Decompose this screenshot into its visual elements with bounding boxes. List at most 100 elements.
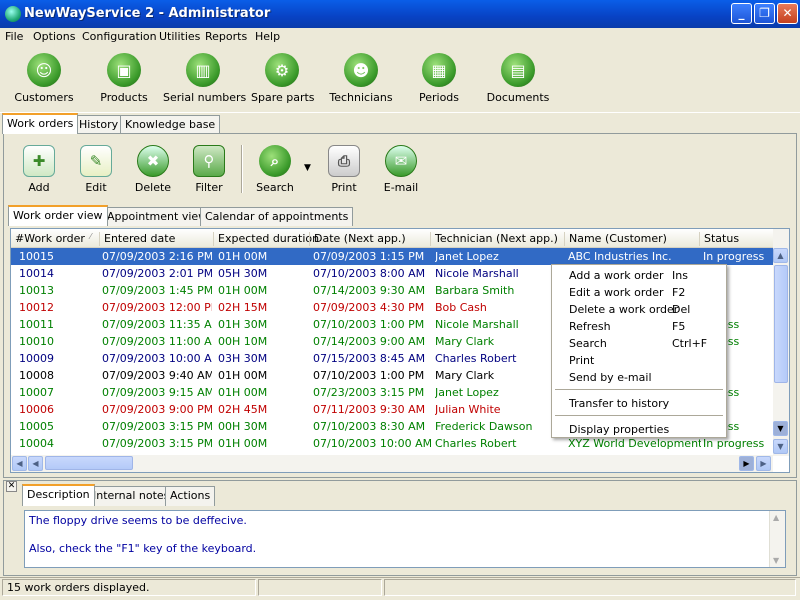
status-bar: 15 work orders displayed. (0, 577, 800, 597)
menu-help[interactable]: Help (255, 30, 280, 43)
table-cell-entered: 07/09/2003 9:40 AM (102, 369, 212, 382)
window-title: NewWayService 2 - Administrator (24, 6, 271, 21)
table-cell-next: 07/15/2003 8:45 AM (313, 352, 426, 365)
add-button[interactable]: ✚ Add (16, 145, 62, 194)
description-line-1: The floppy drive seems to be deffecive. (29, 514, 247, 527)
table-cell-tech: Charles Robert (435, 437, 517, 450)
scroll-left-icon[interactable]: ◀ (28, 456, 43, 471)
menu-utilities[interactable]: Utilities (159, 30, 200, 43)
technicians-icon: ☻ (344, 53, 378, 87)
menu-item-transfer-to-history[interactable]: Transfer to history (552, 395, 726, 412)
spare-parts-icon: ⚙ (265, 53, 299, 87)
horizontal-scroll-thumb[interactable] (45, 456, 133, 470)
tab-work-order-view[interactable]: Work order view (8, 205, 108, 226)
column-header-entered-date[interactable]: Entered date (99, 232, 213, 246)
tab-calendar-of-appointments[interactable]: Calendar of appointments (200, 207, 354, 226)
customers-icon: ☺ (27, 53, 61, 87)
menu-item-send-by-email[interactable]: Send by e-mail (552, 369, 726, 386)
scroll-right-icon[interactable]: ▶ (756, 456, 771, 471)
table-cell-id: 10007 (19, 386, 54, 399)
spare-parts-button[interactable]: ⚙ Spare parts (251, 53, 315, 104)
scroll-up-icon[interactable]: ▲ (773, 513, 779, 522)
tab-actions[interactable]: Actions (165, 486, 216, 506)
table-cell-duration: 01H 00M (218, 386, 268, 399)
search-button[interactable]: ⌕ Search (252, 145, 298, 194)
table-cell-duration: 01H 00M (218, 250, 268, 263)
column-header-date-next-app[interactable]: Date (Next app.) (309, 232, 430, 246)
column-header-technician[interactable]: Technician (Next app.) (430, 232, 564, 246)
column-header-customer[interactable]: Name (Customer) (564, 232, 699, 246)
table-cell-id: 10012 (19, 301, 54, 314)
scroll-down-icon[interactable]: ▼ (773, 439, 788, 454)
table-cell-tech: Mary Clark (435, 369, 495, 382)
edit-button[interactable]: ✎ Edit (74, 145, 118, 194)
scroll-to-start-icon[interactable]: ◀ (12, 456, 27, 471)
print-button[interactable]: ⎙ Print (322, 145, 366, 194)
table-cell-id: 10010 (19, 335, 54, 348)
menu-item-add-work-order[interactable]: Add a work order Ins (552, 267, 726, 284)
scroll-to-end-icon[interactable]: ▼ (773, 421, 788, 436)
tab-description[interactable]: Description (22, 484, 95, 506)
scroll-up-icon[interactable]: ▲ (773, 248, 788, 263)
table-cell-id: 10015 (19, 250, 54, 263)
table-cell-id: 10004 (19, 437, 54, 450)
vertical-scrollbar[interactable]: ▲ ▼ ▼ (773, 229, 789, 456)
table-cell-next: 07/10/2003 10:00 AM (313, 437, 431, 450)
menu-item-refresh[interactable]: Refresh F5 (552, 318, 726, 335)
menu-reports[interactable]: Reports (205, 30, 247, 43)
table-cell-id: 10013 (19, 284, 54, 297)
table-cell-entered: 07/09/2003 9:15 AM (102, 386, 212, 399)
status-cell-2 (258, 579, 382, 596)
description-scrollbar[interactable]: ▲ ▼ (769, 511, 785, 567)
close-details-icon[interactable]: ✕ (6, 481, 17, 492)
table-cell-entered: 07/09/2003 2:01 PM (102, 267, 212, 280)
delete-button[interactable]: ✖ Delete (130, 145, 176, 194)
status-text: 15 work orders displayed. (7, 581, 150, 594)
column-header-expected-duration[interactable]: Expected duration (213, 232, 319, 246)
status-cell-1: 15 work orders displayed. (2, 579, 256, 596)
table-row[interactable]: 10015 07/09/2003 2:16 PM 01H 00M 07/09/2003… (11, 248, 773, 265)
scroll-down-icon[interactable]: ▼ (773, 556, 779, 565)
menu-configuration[interactable]: Configuration (82, 30, 157, 43)
menu-item-search[interactable]: Search Ctrl+F (552, 335, 726, 352)
tab-knowledge-base[interactable]: Knowledge base (120, 115, 221, 134)
add-icon: ✚ (23, 145, 55, 177)
table-cell-tech: Mary Clark (435, 335, 495, 348)
menu-item-delete-work-order[interactable]: Delete a work order Del (552, 301, 726, 318)
tab-appointment-view[interactable]: Appointment view (102, 207, 213, 226)
title-bar: NewWayService 2 - Administrator _ ❐ ✕ (0, 0, 800, 28)
table-cell-tech: Charles Robert (435, 352, 517, 365)
menu-item-edit-work-order[interactable]: Edit a work order F2 (552, 284, 726, 301)
tab-history[interactable]: History (74, 115, 124, 134)
email-button[interactable]: ✉ E-mail (378, 145, 424, 194)
column-header-status[interactable]: Status (699, 232, 773, 246)
table-cell-duration: 01H 00M (218, 284, 268, 297)
tab-internal-notes[interactable]: Internal notes (88, 486, 175, 506)
scroll-right-end-icon[interactable]: ▶ (739, 456, 754, 471)
menu-options[interactable]: Options (33, 30, 75, 43)
vertical-scroll-thumb[interactable] (774, 265, 788, 383)
documents-button[interactable]: ▤ Documents (486, 53, 550, 104)
menu-item-print[interactable]: Print (552, 352, 726, 369)
minimize-button[interactable]: _ (731, 3, 752, 24)
periods-button[interactable]: ▦ Periods (410, 53, 468, 104)
horizontal-scrollbar[interactable]: ◀ ◀ ▶ ▶ (11, 455, 773, 472)
technicians-button[interactable]: ☻ Technicians (329, 53, 393, 104)
filter-button[interactable]: ⚲ Filter (186, 145, 232, 194)
description-text[interactable]: The floppy drive seems to be deffecive. … (24, 510, 786, 568)
menu-file[interactable]: File (5, 30, 23, 43)
table-cell-id: 10006 (19, 403, 54, 416)
customers-button[interactable]: ☺ Customers (14, 53, 74, 104)
tab-work-orders[interactable]: Work orders (2, 113, 79, 134)
serial-numbers-button[interactable]: ▥ Serial numbers (163, 53, 246, 104)
table-cell-entered: 07/09/2003 10:00 AM (102, 352, 212, 365)
restore-button[interactable]: ❐ (754, 3, 775, 24)
search-dropdown-arrow-icon[interactable]: ▼ (304, 163, 311, 173)
close-button[interactable]: ✕ (777, 3, 798, 24)
table-cell-tech: Frederick Dawson (435, 420, 533, 433)
context-menu: Add a work order Ins Edit a work order F2 … (551, 264, 727, 438)
products-button[interactable]: ▣ Products (94, 53, 154, 104)
table-cell-next: 07/14/2003 9:30 AM (313, 284, 426, 297)
menu-item-display-properties[interactable]: Display properties (552, 421, 726, 438)
menu-separator (555, 389, 723, 390)
